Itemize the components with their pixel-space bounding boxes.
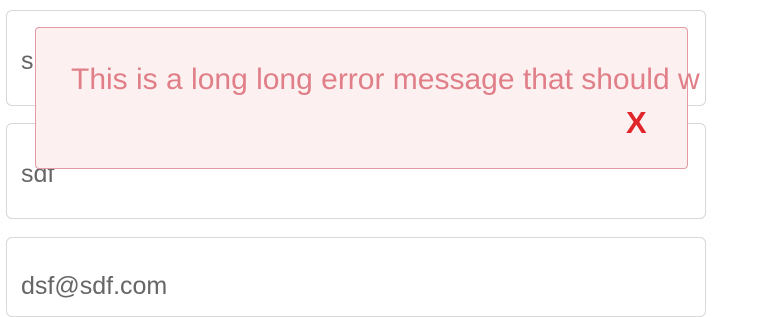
error-toast: This is a long long error message that s… [35, 27, 700, 169]
email-input-value: dsf@sdf.com [21, 272, 168, 300]
text-input-1-value: s [21, 47, 34, 75]
close-icon[interactable]: X [626, 107, 647, 138]
error-message: This is a long long error message that s… [71, 63, 700, 96]
email-input[interactable]: dsf@sdf.com [6, 237, 706, 317]
